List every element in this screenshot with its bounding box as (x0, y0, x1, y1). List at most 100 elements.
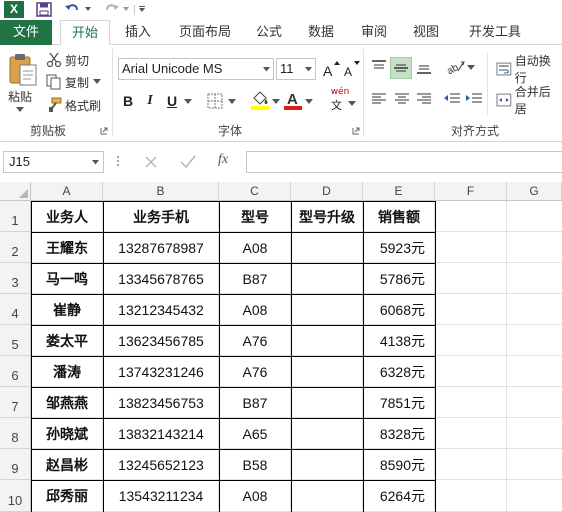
tab-review[interactable]: 审阅 (356, 20, 392, 45)
paste-icon[interactable] (8, 53, 38, 87)
paste-dropdown-icon[interactable] (16, 107, 24, 113)
table-cell[interactable]: 13823456753 (103, 387, 219, 418)
align-left-button[interactable] (369, 89, 389, 109)
table-cell[interactable]: 8590元 (363, 449, 435, 480)
clipboard-dialog-launcher-icon[interactable] (100, 127, 108, 135)
row-header[interactable]: 2 (0, 232, 31, 263)
table-cell[interactable]: A08 (219, 232, 291, 263)
borders-dropdown-icon[interactable] (228, 99, 236, 105)
table-cell[interactable]: B87 (219, 387, 291, 418)
table-cell[interactable] (291, 294, 363, 325)
table-cell[interactable]: 5923元 (363, 232, 435, 263)
increase-font-size-button[interactable]: A (321, 59, 341, 79)
font-color-button[interactable]: A (283, 90, 303, 110)
tab-formulas[interactable]: 公式 (252, 20, 286, 45)
orientation-dropdown-icon[interactable] (467, 65, 475, 71)
table-header-cell[interactable]: 型号 (219, 201, 291, 232)
increase-indent-button[interactable] (464, 89, 484, 109)
table-cell[interactable]: A76 (219, 356, 291, 387)
row-header[interactable]: 9 (0, 449, 31, 480)
copy-button[interactable]: 复制 (46, 72, 104, 92)
align-middle-button[interactable] (390, 57, 412, 79)
save-icon[interactable] (36, 2, 52, 17)
table-cell[interactable]: 13212345432 (103, 294, 219, 325)
table-cell[interactable]: B87 (219, 263, 291, 294)
align-top-button[interactable] (369, 57, 389, 77)
column-header[interactable]: F (435, 182, 507, 201)
table-cell[interactable]: 8328元 (363, 418, 435, 449)
font-name-select[interactable]: Arial Unicode MS (118, 58, 274, 80)
table-cell[interactable]: 孙晓斌 (31, 418, 103, 449)
italic-button[interactable]: I (142, 91, 158, 111)
cut-button[interactable]: 剪切 (46, 50, 89, 70)
table-cell[interactable]: 6328元 (363, 356, 435, 387)
table-cell[interactable]: 6068元 (363, 294, 435, 325)
column-header[interactable]: G (507, 182, 562, 201)
table-cell[interactable]: 邱秀丽 (31, 480, 103, 512)
table-cell[interactable]: 6264元 (363, 480, 435, 512)
formula-bar-grip-icon[interactable] (116, 154, 120, 168)
table-cell[interactable]: 13832143214 (103, 418, 219, 449)
copy-dropdown-icon[interactable] (93, 79, 102, 85)
font-color-dropdown-icon[interactable] (305, 99, 313, 105)
row-header[interactable]: 1 (0, 201, 31, 232)
row-header[interactable]: 10 (0, 480, 31, 512)
font-dialog-launcher-icon[interactable] (352, 127, 360, 135)
table-cell[interactable] (291, 325, 363, 356)
table-cell[interactable]: 13623456785 (103, 325, 219, 356)
select-all-corner[interactable] (0, 182, 31, 201)
table-header-cell[interactable]: 业务人 (31, 201, 103, 232)
redo-icon[interactable] (104, 1, 120, 17)
table-cell[interactable] (291, 263, 363, 294)
table-cell[interactable]: B58 (219, 449, 291, 480)
table-cell[interactable] (291, 387, 363, 418)
table-cell[interactable]: 13743231246 (103, 356, 219, 387)
align-center-button[interactable] (392, 89, 412, 109)
tab-developer[interactable]: 开发工具 (462, 20, 528, 45)
row-header[interactable]: 8 (0, 418, 31, 449)
phonetic-dropdown-icon[interactable] (348, 101, 356, 107)
table-cell[interactable]: 赵昌彬 (31, 449, 103, 480)
row-header[interactable]: 4 (0, 294, 31, 325)
table-cell[interactable]: 13345678765 (103, 263, 219, 294)
column-header[interactable]: A (31, 182, 103, 201)
table-cell[interactable]: 王耀东 (31, 232, 103, 263)
table-cell[interactable]: 13287678987 (103, 232, 219, 263)
tab-page-layout[interactable]: 页面布局 (172, 20, 238, 45)
table-cell[interactable] (291, 449, 363, 480)
redo-dropdown-icon[interactable] (122, 5, 130, 13)
undo-icon[interactable] (64, 1, 80, 17)
table-cell[interactable]: 7851元 (363, 387, 435, 418)
table-header-cell[interactable]: 销售额 (363, 201, 435, 232)
font-size-select[interactable]: 11 (276, 58, 316, 80)
phonetic-guide-button[interactable]: wén 文 (327, 87, 353, 113)
format-painter-button[interactable]: 格式刷 (46, 95, 101, 115)
decrease-indent-button[interactable] (442, 89, 462, 109)
bold-button[interactable]: B (120, 91, 136, 111)
align-right-button[interactable] (414, 89, 434, 109)
underline-dropdown-icon[interactable] (184, 99, 192, 105)
row-header[interactable]: 6 (0, 356, 31, 387)
table-cell[interactable]: 邹燕燕 (31, 387, 103, 418)
decrease-font-size-button[interactable]: A (341, 59, 361, 79)
underline-button[interactable]: U (164, 91, 180, 111)
table-cell[interactable] (291, 480, 363, 512)
table-cell[interactable] (291, 356, 363, 387)
table-cell[interactable]: A08 (219, 480, 291, 512)
fill-color-dropdown-icon[interactable] (272, 99, 280, 105)
paste-button-label[interactable]: 粘贴 (8, 88, 32, 105)
table-cell[interactable]: 13543211234 (103, 480, 219, 512)
tab-home[interactable]: 开始 (60, 20, 110, 46)
merge-center-button[interactable]: 合并后居 (496, 85, 562, 116)
row-header[interactable]: 5 (0, 325, 31, 356)
table-cell[interactable] (291, 232, 363, 263)
column-header[interactable]: C (219, 182, 291, 201)
table-cell[interactable] (291, 418, 363, 449)
table-header-cell[interactable]: 业务手机 (103, 201, 219, 232)
borders-button[interactable] (205, 91, 225, 111)
cancel-icon[interactable] (144, 155, 158, 169)
align-bottom-button[interactable] (414, 57, 434, 77)
tab-data[interactable]: 数据 (302, 20, 340, 45)
column-header[interactable]: E (363, 182, 435, 201)
tab-file[interactable]: 文件 (0, 20, 52, 45)
